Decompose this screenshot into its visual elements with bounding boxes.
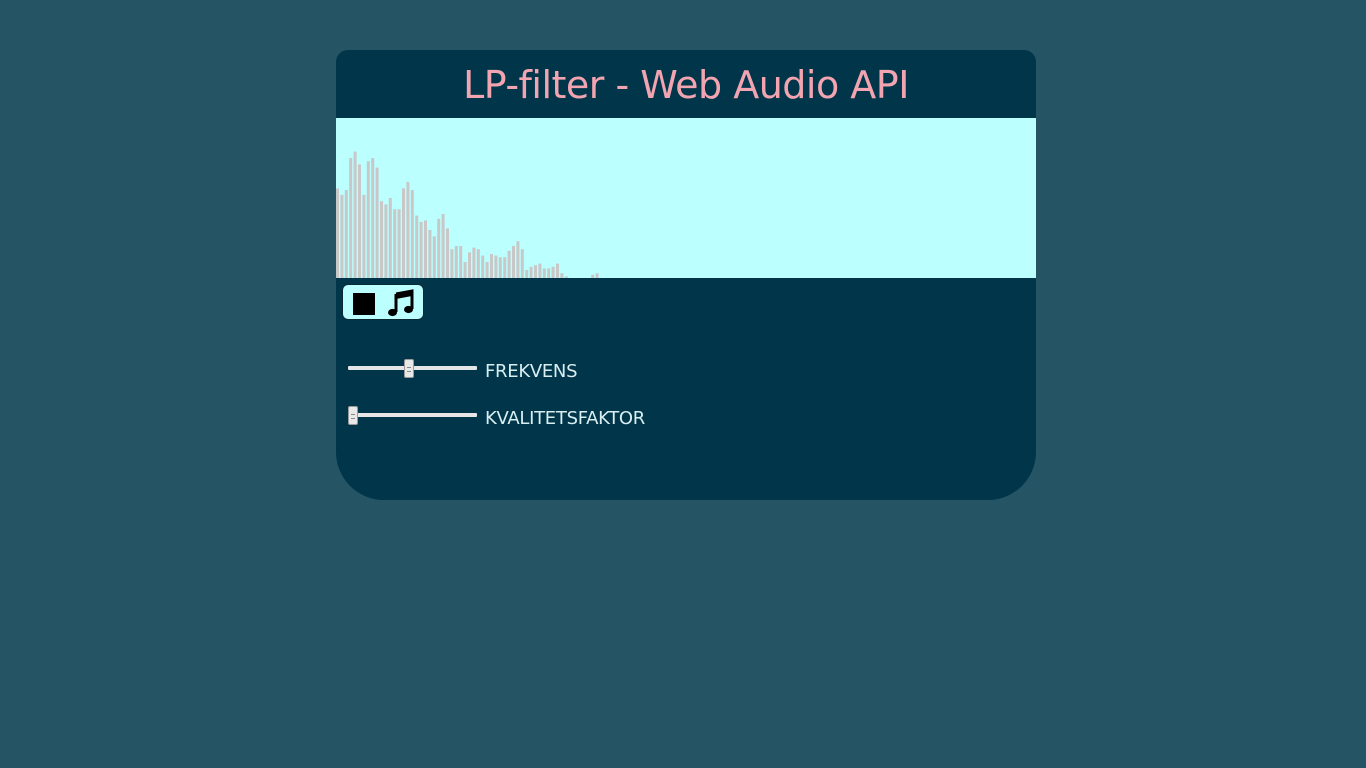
frequency-visualizer bbox=[336, 118, 1036, 278]
visualizer-bar bbox=[529, 266, 533, 278]
visualizer-bar bbox=[428, 230, 432, 278]
visualizer-bar bbox=[384, 204, 388, 278]
frequency-slider-thumb[interactable] bbox=[403, 359, 414, 378]
visualizer-bar bbox=[503, 257, 507, 278]
visualizer-canvas bbox=[336, 151, 599, 278]
visualizer-bar bbox=[375, 167, 379, 278]
visualizer-bar bbox=[498, 257, 502, 278]
visualizer-bar bbox=[402, 188, 405, 278]
playback-controls bbox=[342, 284, 424, 320]
quality-slider-track[interactable] bbox=[348, 413, 477, 417]
visualizer-bar bbox=[472, 247, 476, 278]
music-note-icon bbox=[388, 289, 414, 317]
visualizer-bar bbox=[450, 249, 454, 278]
visualizer-bar bbox=[406, 182, 410, 278]
visualizer-bar bbox=[340, 194, 344, 278]
visualizer-bar bbox=[344, 190, 348, 278]
visualizer-bar bbox=[371, 158, 375, 278]
visualizer-bar bbox=[432, 236, 436, 278]
visualizer-bar bbox=[463, 262, 467, 278]
visualizer-bar bbox=[393, 209, 397, 278]
visualizer-bar bbox=[358, 164, 361, 278]
visualizer-bar bbox=[595, 273, 599, 278]
visualizer-bar bbox=[454, 246, 458, 278]
visualizer-bar bbox=[591, 274, 595, 278]
visualizer-bar bbox=[490, 254, 493, 278]
visualizer-bar bbox=[380, 201, 383, 278]
quality-label: KVALITETSFAKTOR bbox=[485, 408, 645, 429]
visualizer-bar bbox=[494, 255, 498, 278]
music-button[interactable] bbox=[386, 288, 416, 318]
visualizer-bar bbox=[525, 270, 529, 278]
visualizer-bar bbox=[512, 246, 515, 278]
visualizer-bar bbox=[397, 209, 401, 278]
visualizer-bar bbox=[556, 263, 559, 278]
visualizer-bar bbox=[547, 268, 551, 278]
visualizer-bar bbox=[353, 151, 357, 278]
visualizer-bar bbox=[542, 268, 546, 278]
visualizer-bar bbox=[485, 262, 489, 278]
visualizer-bar bbox=[446, 228, 449, 278]
visualizer-bar bbox=[534, 265, 537, 278]
stop-button[interactable] bbox=[352, 291, 376, 315]
visualizer-bar bbox=[349, 158, 353, 278]
visualizer-bar bbox=[424, 220, 427, 278]
visualizer-bar bbox=[560, 273, 564, 278]
visualizer-bar bbox=[419, 222, 423, 278]
visualizer-bar bbox=[459, 246, 463, 278]
visualizer-bar bbox=[516, 241, 520, 278]
visualizer-bar bbox=[481, 255, 485, 278]
page-title: LP-filter - Web Audio API bbox=[463, 63, 909, 107]
visualizer-bar bbox=[520, 249, 524, 278]
visualizer-bar bbox=[538, 263, 542, 278]
visualizer-bar bbox=[476, 249, 480, 278]
frequency-label: FREKVENS bbox=[485, 361, 578, 382]
visualizer-bar bbox=[336, 188, 339, 278]
visualizer-bar bbox=[507, 250, 511, 278]
visualizer-bar bbox=[564, 276, 568, 278]
visualizer-bar bbox=[366, 161, 370, 278]
visualizer-bar bbox=[441, 214, 445, 278]
app-panel: LP-filter - Web Audio API FREKVENS KVALI… bbox=[336, 50, 1036, 500]
visualizer-bar bbox=[410, 190, 414, 278]
visualizer-bar bbox=[437, 218, 441, 278]
visualizer-bar bbox=[362, 194, 366, 278]
stop-square-icon bbox=[353, 293, 375, 315]
visualizer-bar bbox=[551, 266, 555, 278]
visualizer-bar bbox=[388, 198, 392, 278]
visualizer-bar bbox=[468, 252, 471, 278]
visualizer-bar bbox=[415, 215, 419, 278]
quality-slider-thumb[interactable] bbox=[348, 406, 358, 425]
